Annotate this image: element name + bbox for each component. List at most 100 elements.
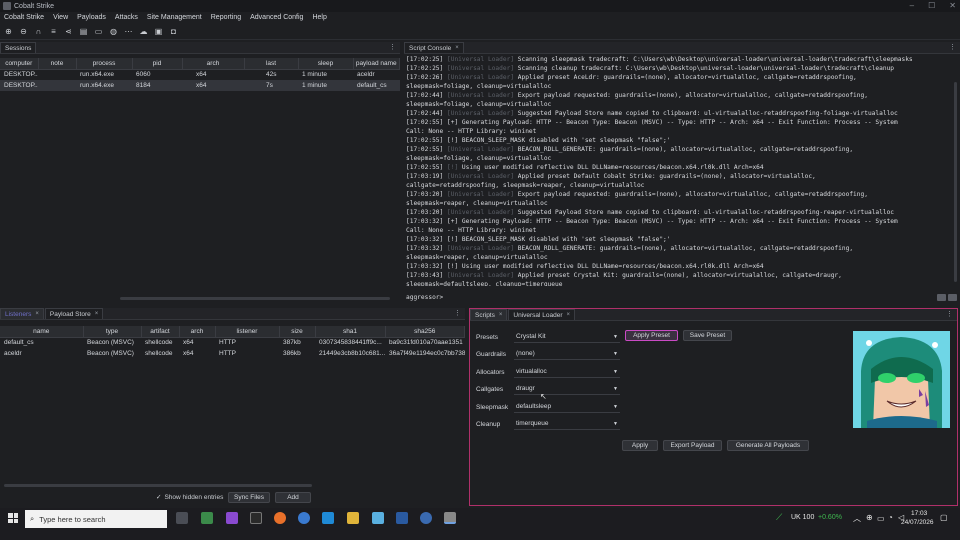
app-icon-blue[interactable] xyxy=(298,512,310,524)
panel-menu-icon[interactable]: ⋮ xyxy=(949,43,956,51)
vertical-scrollbar[interactable] xyxy=(954,82,957,282)
col-pid[interactable]: pid xyxy=(132,58,183,70)
notification-icon[interactable]: ▢ xyxy=(940,513,948,522)
battery-icon[interactable]: ▭ xyxy=(877,514,885,523)
firefox-icon[interactable] xyxy=(274,512,286,524)
list-icon[interactable]: ≡ xyxy=(48,26,59,37)
menu-advanced-config[interactable]: Advanced Config xyxy=(250,14,303,21)
apply-button[interactable]: Apply xyxy=(622,440,658,451)
console-input[interactable]: aggressor> xyxy=(406,293,936,302)
tab-scripts[interactable]: Scripts × xyxy=(470,309,508,321)
menu-payloads[interactable]: Payloads xyxy=(77,14,106,21)
cloud-icon[interactable]: ☁ xyxy=(138,26,149,37)
sleepmask-select[interactable]: defaultsleep ▼ xyxy=(514,402,620,413)
col-name[interactable]: name xyxy=(0,326,84,338)
console-tab-icon[interactable] xyxy=(937,294,946,301)
camera-icon[interactable]: ◘ xyxy=(168,26,179,37)
show-hidden-checkbox[interactable]: ✓ Show hidden entries xyxy=(156,493,223,502)
col-payload-name[interactable]: payload name xyxy=(353,58,400,70)
table-row[interactable]: aceldr Beacon (MSVC) shellcode x64 HTTP … xyxy=(0,348,465,359)
cobalt-strike-taskbar-icon[interactable] xyxy=(444,512,456,524)
taskview-icon[interactable] xyxy=(176,512,188,524)
visual-studio-icon[interactable] xyxy=(226,512,238,524)
image-icon[interactable]: ▣ xyxy=(153,26,164,37)
apply-preset-button[interactable]: Apply Preset xyxy=(625,330,678,341)
menu-help[interactable]: Help xyxy=(312,14,326,21)
col-arch[interactable]: arch xyxy=(182,58,245,70)
file-explorer-icon[interactable] xyxy=(347,512,359,524)
sync-files-button[interactable]: Sync Files xyxy=(228,492,270,503)
panel-menu-icon[interactable]: ⋮ xyxy=(946,310,953,318)
headphones-icon[interactable]: ∩ xyxy=(33,26,44,37)
tab-universal-loader[interactable]: Universal Loader × xyxy=(508,309,576,321)
col-computer[interactable]: computer xyxy=(0,58,39,70)
menu-cobalt-strike[interactable]: Cobalt Strike xyxy=(4,14,44,21)
remove-icon[interactable]: ⊖ xyxy=(18,26,29,37)
presets-select[interactable]: Crystal Kit ▼ xyxy=(514,332,620,343)
add-payload-button[interactable]: Add xyxy=(275,492,311,503)
ticker-change[interactable]: +0.60% xyxy=(818,514,842,521)
maximize-icon[interactable]: ☐ xyxy=(928,0,935,12)
monitor-icon[interactable]: ▭ xyxy=(93,26,104,37)
console-menu-icon[interactable] xyxy=(948,294,957,301)
wifi-icon[interactable]: ◔ xyxy=(888,513,893,522)
col-arch[interactable]: arch xyxy=(179,326,216,338)
close-icon[interactable]: × xyxy=(567,310,571,321)
menu-reporting[interactable]: Reporting xyxy=(211,14,241,21)
terminal-icon[interactable] xyxy=(201,512,213,524)
col-size[interactable]: size xyxy=(279,326,316,338)
horizontal-scrollbar[interactable] xyxy=(120,297,390,300)
save-preset-button[interactable]: Save Preset xyxy=(683,330,732,341)
powershell-icon[interactable] xyxy=(396,512,408,524)
dots-icon[interactable]: ⋯ xyxy=(123,26,134,37)
col-sha256[interactable]: sha256 xyxy=(385,326,465,338)
table-row[interactable]: default_cs Beacon (MSVC) shellcode x64 H… xyxy=(0,337,465,348)
ticker-name[interactable]: UK 100 xyxy=(791,514,814,521)
chevron-up-icon[interactable]: ︿ xyxy=(853,513,861,524)
col-artifact[interactable]: artifact xyxy=(141,326,180,338)
minimize-icon[interactable]: – xyxy=(910,0,914,12)
tab-script-console[interactable]: Script Console × xyxy=(404,42,464,53)
menu-attacks[interactable]: Attacks xyxy=(115,14,138,21)
tab-payload-store[interactable]: Payload Store × xyxy=(44,308,104,320)
tab-sessions[interactable]: Sessions xyxy=(0,42,37,53)
network-icon[interactable]: ⊕ xyxy=(866,513,873,522)
java-icon[interactable] xyxy=(420,512,432,524)
close-icon[interactable]: ✕ xyxy=(949,0,956,12)
table-icon[interactable]: ▤ xyxy=(78,26,89,37)
col-type[interactable]: type xyxy=(83,326,142,338)
tab-listeners[interactable]: Listeners × xyxy=(0,308,44,319)
col-listener[interactable]: listener xyxy=(215,326,280,338)
cleanup-select[interactable]: timerqueue ▼ xyxy=(514,419,620,430)
table-row[interactable]: DESKTOP... run.x64.exe 6060 x64 42s 1 mi… xyxy=(0,69,400,80)
allocators-select[interactable]: virtualalloc ▼ xyxy=(514,367,620,378)
close-icon[interactable]: × xyxy=(35,309,39,320)
notepad-icon[interactable] xyxy=(372,512,384,524)
menu-view[interactable]: View xyxy=(53,14,68,21)
close-icon[interactable]: × xyxy=(499,310,503,321)
panel-menu-icon[interactable]: ⋮ xyxy=(389,43,396,51)
close-icon[interactable]: × xyxy=(95,309,99,320)
generate-all-payloads-button[interactable]: Generate All Payloads xyxy=(727,440,809,451)
guardrails-select[interactable]: (none) ▼ xyxy=(514,349,620,360)
callgates-select[interactable]: draugr ▼ xyxy=(514,384,620,395)
panel-menu-icon[interactable]: ⋮ xyxy=(454,309,461,317)
col-process[interactable]: process xyxy=(76,58,133,70)
col-note[interactable]: note xyxy=(38,58,77,70)
table-row[interactable]: DESKTOP... run.x64.exe 8184 x64 7s 1 min… xyxy=(0,80,400,91)
share-icon[interactable]: ⋖ xyxy=(63,26,74,37)
add-icon[interactable]: ⊕ xyxy=(3,26,14,37)
col-sha1[interactable]: sha1 xyxy=(315,326,386,338)
clock-time[interactable]: 17:03 xyxy=(911,510,927,517)
col-last[interactable]: last xyxy=(244,58,299,70)
vscode-icon[interactable] xyxy=(322,512,334,524)
console-icon[interactable] xyxy=(250,512,262,524)
taskbar-search-input[interactable]: ⌕ Type here to search xyxy=(25,510,167,528)
menu-site-management[interactable]: Site Management xyxy=(147,14,202,21)
globe-icon[interactable]: ◍ xyxy=(108,26,119,37)
windows-start-icon[interactable] xyxy=(8,513,18,523)
clock-date[interactable]: 24/07/2026 xyxy=(901,519,934,526)
close-icon[interactable]: × xyxy=(455,43,459,54)
horizontal-scrollbar[interactable] xyxy=(4,484,312,487)
col-sleep[interactable]: sleep xyxy=(298,58,354,70)
